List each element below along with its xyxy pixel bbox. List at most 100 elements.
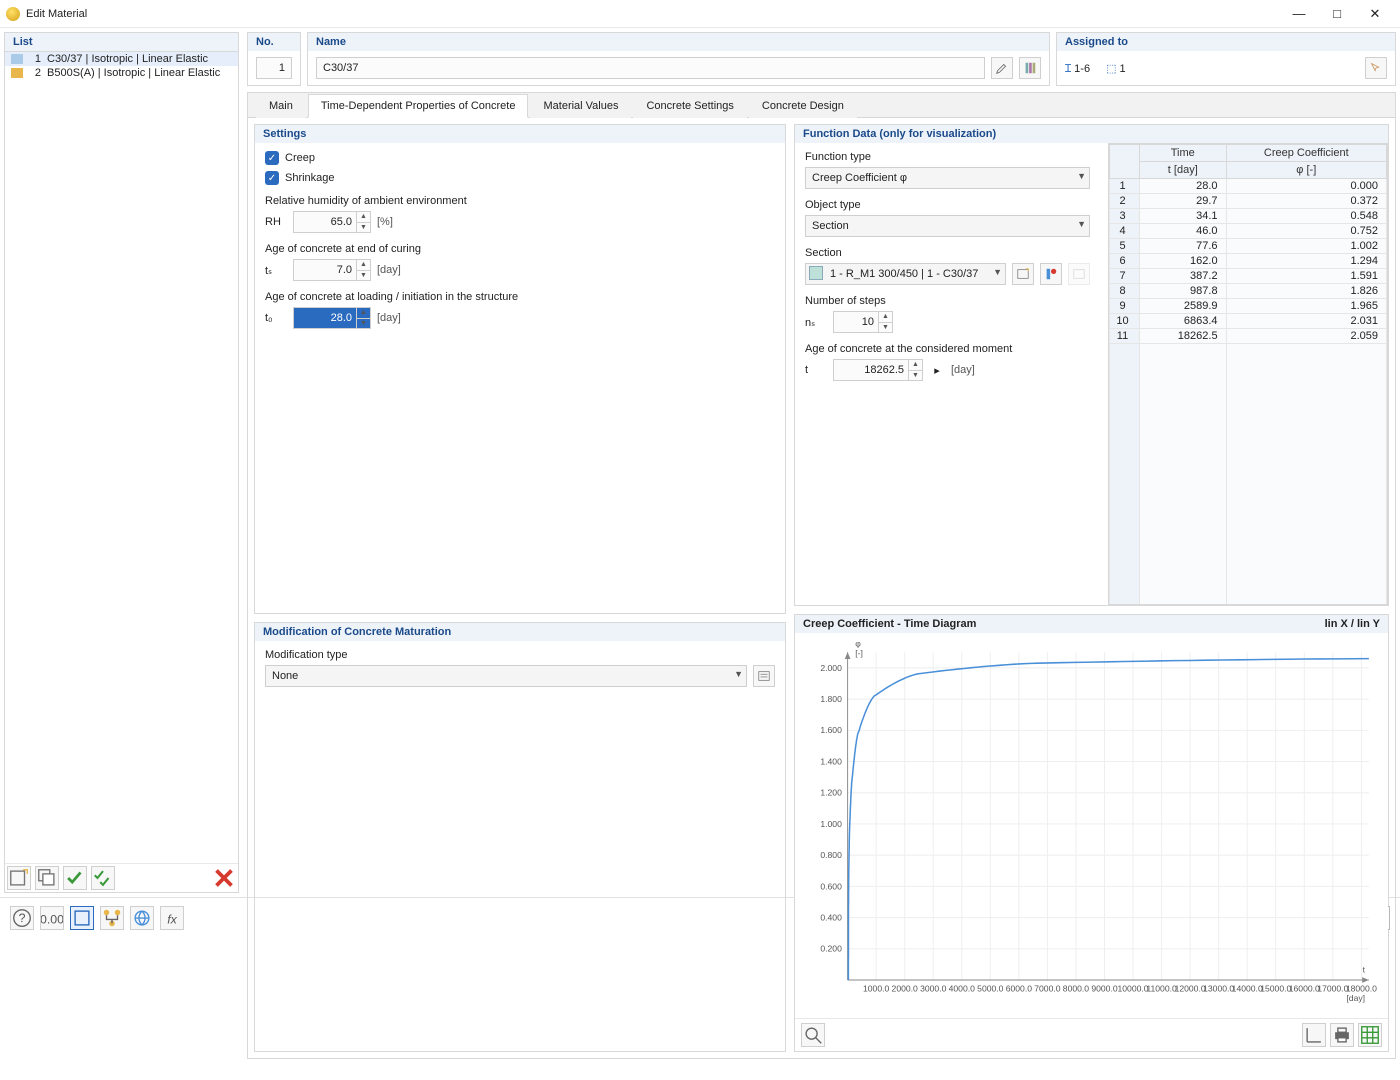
steps-symbol: nₛ [805, 316, 827, 329]
rh-spin-down[interactable]: ▼ [356, 223, 370, 233]
svg-text:0.600: 0.600 [820, 881, 842, 891]
delete-item-icon[interactable] [212, 866, 236, 890]
svg-text:1000.0: 1000.0 [863, 983, 889, 993]
mod-type-select[interactable] [265, 665, 747, 687]
svg-text:5000.0: 5000.0 [977, 983, 1003, 993]
svg-text:t: t [1363, 964, 1366, 974]
table-row[interactable]: 577.61.002 [1110, 239, 1387, 254]
name-input[interactable] [316, 57, 985, 79]
rh-unit: [%] [377, 216, 393, 228]
section-lib-icon[interactable] [1040, 263, 1062, 285]
creep-checkbox[interactable]: ✓ [265, 151, 279, 165]
zoom-extents-icon[interactable] [801, 1023, 825, 1047]
col-time-1: Time [1140, 145, 1227, 162]
ts-spin-up[interactable]: ▲ [356, 260, 370, 271]
name-header: Name [308, 33, 1049, 51]
view-fx-icon[interactable]: fx [160, 906, 184, 930]
table-row[interactable]: 334.10.548 [1110, 209, 1387, 224]
age-spin-down[interactable]: ▼ [908, 371, 922, 381]
svg-text:3000.0: 3000.0 [920, 983, 946, 993]
steps-spin-up[interactable]: ▲ [878, 312, 892, 323]
tab-material-values[interactable]: Material Values [530, 94, 631, 118]
pick-assigned-icon[interactable] [1365, 57, 1387, 79]
modification-title: Modification of Concrete Maturation [255, 623, 785, 641]
ts-spin-down[interactable]: ▼ [356, 271, 370, 281]
check-item-icon[interactable] [63, 866, 87, 890]
table-row[interactable]: 446.00.752 [1110, 224, 1387, 239]
ts-symbol: tₛ [265, 264, 287, 277]
view-rect-icon[interactable] [70, 906, 94, 930]
svg-text:[day]: [day] [1346, 993, 1365, 1003]
tab-concrete-settings[interactable]: Concrete Settings [633, 94, 746, 118]
mod-type-label: Modification type [265, 649, 775, 661]
close-button[interactable]: ✕ [1356, 2, 1394, 26]
edit-name-icon[interactable] [991, 57, 1013, 79]
view-tree-icon[interactable] [100, 906, 124, 930]
axes-settings-icon[interactable] [1302, 1023, 1326, 1047]
t0-spin-up[interactable]: ▲ [356, 308, 370, 319]
svg-text:10000.0: 10000.0 [1118, 983, 1149, 993]
otype-label: Object type [805, 199, 1090, 211]
svg-text:fx: fx [167, 912, 177, 926]
view-globe-icon[interactable] [130, 906, 154, 930]
t0-unit: [day] [377, 312, 401, 324]
rh-symbol: RH [265, 216, 287, 228]
chart-plot: 0.2000.4000.6000.8001.0001.2001.4001.600… [795, 633, 1388, 1019]
svg-text:14000.0: 14000.0 [1232, 983, 1263, 993]
window-title: Edit Material [26, 8, 87, 20]
check-all-icon[interactable] [91, 866, 115, 890]
table-row[interactable]: 1118262.52.059 [1110, 329, 1387, 344]
shrinkage-checkbox[interactable]: ✓ [265, 171, 279, 185]
print-icon[interactable] [1330, 1023, 1354, 1047]
mod-type-edit-icon[interactable] [753, 665, 775, 687]
section-swatch-icon [809, 266, 823, 280]
svg-text:φ: φ [855, 638, 861, 648]
svg-text:11000.0: 11000.0 [1146, 983, 1177, 993]
rh-spin-up[interactable]: ▲ [356, 212, 370, 223]
section-new-icon[interactable] [1012, 263, 1034, 285]
section-select[interactable] [805, 263, 1006, 285]
new-item-icon[interactable] [7, 866, 31, 890]
svg-text:1.200: 1.200 [820, 787, 842, 797]
units-icon[interactable]: 0.00 [40, 906, 64, 930]
table-row[interactable]: 92589.91.965 [1110, 299, 1387, 314]
table-view-icon[interactable] [1358, 1023, 1382, 1047]
t0-spin-down[interactable]: ▼ [356, 319, 370, 329]
help-icon[interactable]: ? [10, 906, 34, 930]
table-row[interactable]: 8987.81.826 [1110, 284, 1387, 299]
tab-concrete-design[interactable]: Concrete Design [749, 94, 857, 118]
svg-text:8000.0: 8000.0 [1063, 983, 1089, 993]
assigned-header: Assigned to [1057, 33, 1395, 51]
table-row[interactable]: 128.00.000 [1110, 179, 1387, 194]
otype-select[interactable] [805, 215, 1090, 237]
minimize-button[interactable]: — [1280, 2, 1318, 26]
ftype-select[interactable] [805, 167, 1090, 189]
list-item[interactable]: 1C30/37 | Isotropic | Linear Elastic [5, 52, 238, 66]
copy-item-icon[interactable] [35, 866, 59, 890]
table-row[interactable]: 7387.21.591 [1110, 269, 1387, 284]
svg-text:2.000: 2.000 [820, 662, 842, 672]
svg-text:16000.0: 16000.0 [1289, 983, 1320, 993]
table-row[interactable]: 6162.01.294 [1110, 254, 1387, 269]
age-max-icon[interactable]: ▸ [929, 359, 945, 381]
maximize-button[interactable]: □ [1318, 2, 1356, 26]
app-icon [6, 7, 20, 21]
shrinkage-label: Shrinkage [285, 172, 335, 184]
creep-label: Creep [285, 152, 315, 164]
ts-label: Age of concrete at end of curing [265, 243, 775, 255]
list-item[interactable]: 2B500S(A) | Isotropic | Linear Elastic [5, 66, 238, 80]
table-row[interactable]: 229.70.372 [1110, 194, 1387, 209]
age-spin-up[interactable]: ▲ [908, 360, 922, 371]
no-input[interactable] [256, 57, 292, 79]
tab-time-dependent-properties-of-concrete[interactable]: Time-Dependent Properties of Concrete [308, 94, 529, 118]
steps-spin-down[interactable]: ▼ [878, 323, 892, 333]
library-icon[interactable] [1019, 57, 1041, 79]
svg-text:18000.0: 18000.0 [1346, 983, 1377, 993]
table-row[interactable]: 106863.42.031 [1110, 314, 1387, 329]
list-header: List [5, 33, 238, 52]
ts-unit: [day] [377, 264, 401, 276]
rh-label: Relative humidity of ambient environment [265, 195, 775, 207]
col-phi-2: φ [-] [1226, 162, 1386, 179]
svg-text:12000.0: 12000.0 [1175, 983, 1206, 993]
tab-main[interactable]: Main [256, 94, 306, 118]
